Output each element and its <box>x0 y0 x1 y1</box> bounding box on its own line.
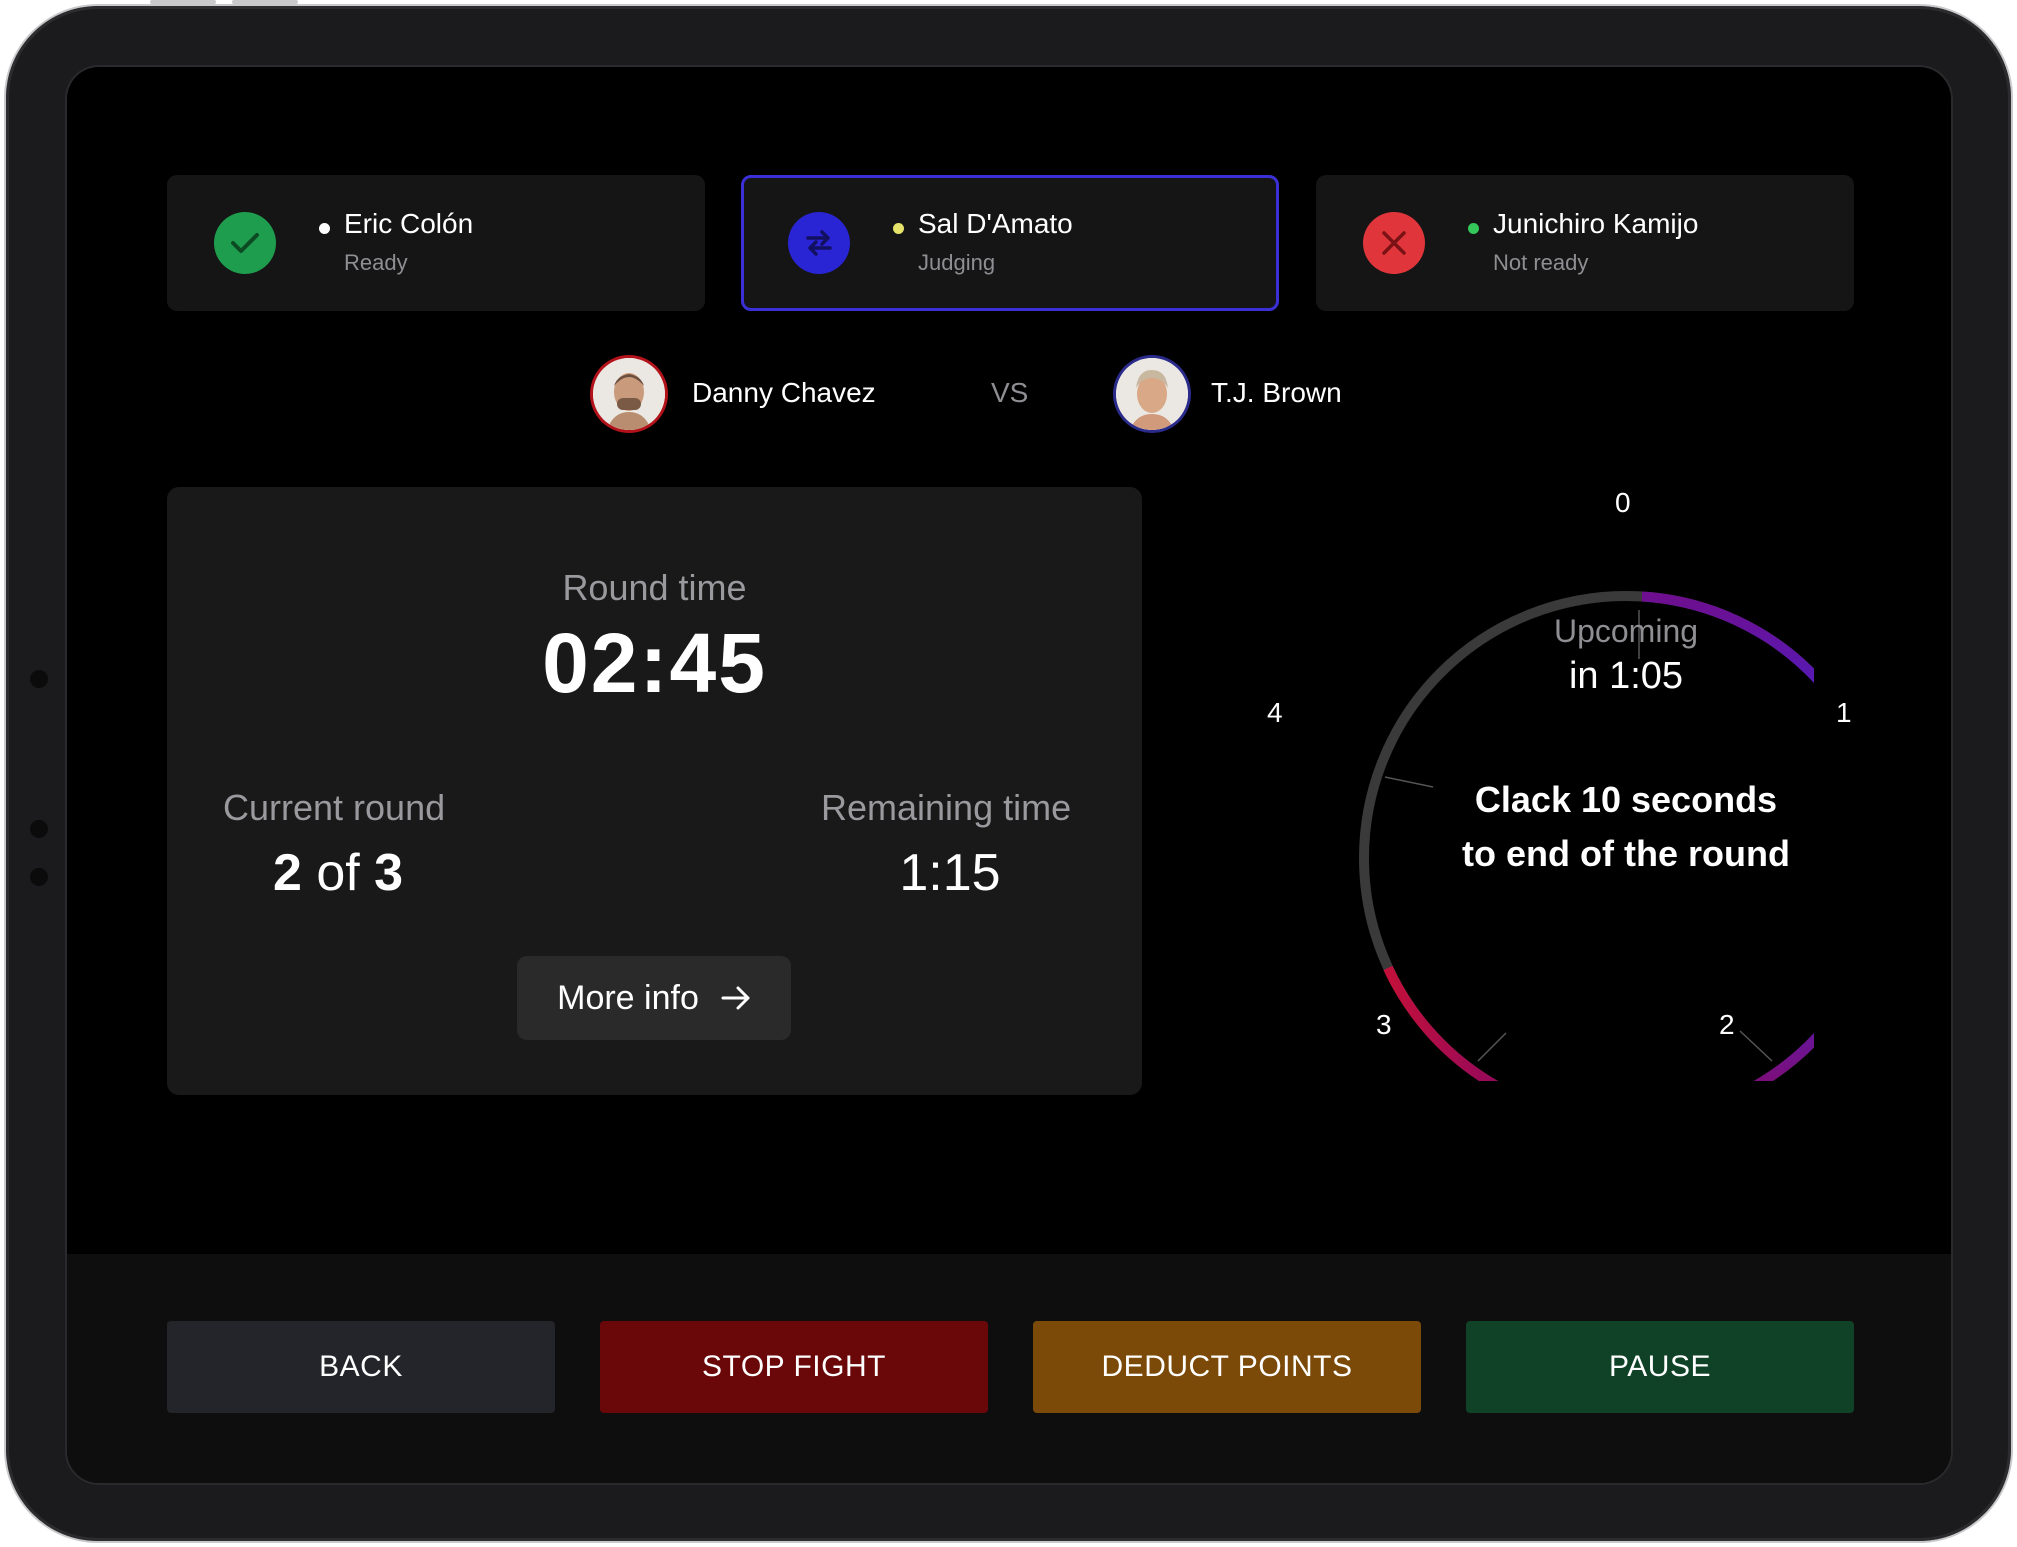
check-icon <box>214 212 276 274</box>
current-round-number: 2 <box>272 844 302 902</box>
judge-status: Not ready <box>1493 250 1589 275</box>
judge-card-2[interactable]: Sal D'Amato Judging <box>741 175 1279 311</box>
side-sensor <box>30 820 48 838</box>
current-round-value: 2 of 3 <box>223 843 453 903</box>
remaining-time-value: 1:15 <box>899 844 1001 902</box>
blue-fighter-name: T.J. Brown <box>1211 377 1342 408</box>
swap-icon <box>788 212 850 274</box>
status-dot <box>893 223 904 234</box>
status-dot <box>1468 223 1479 234</box>
marker-2: 2 <box>1719 1009 1735 1040</box>
hardware-button <box>232 0 298 4</box>
clock-message-line1: Clack 10 seconds <box>1474 779 1778 820</box>
red-fighter-avatar <box>593 358 665 430</box>
judge-card-3[interactable]: Junichiro Kamijo Not ready <box>1316 175 1854 311</box>
pause-button[interactable]: PAUSE <box>1466 1321 1854 1413</box>
remaining-time-label: Remaining time <box>821 787 1072 828</box>
side-sensor <box>30 868 48 886</box>
of-label: of <box>316 844 360 902</box>
marker-3: 3 <box>1376 1009 1392 1040</box>
more-info-label: More info <box>557 978 699 1017</box>
more-info-button[interactable]: More info <box>517 956 791 1040</box>
current-round-label: Current round <box>223 787 446 828</box>
judge-name: Junichiro Kamijo <box>1493 208 1699 239</box>
judge-card-1[interactable]: Eric Colón Ready <box>167 175 705 311</box>
judge-status: Judging <box>918 250 996 275</box>
status-dot <box>319 223 330 234</box>
round-time-label: Round time <box>562 567 747 608</box>
total-rounds: 3 <box>374 844 404 902</box>
tick <box>1477 1032 1507 1062</box>
clock-warning-arc <box>1383 965 1627 1126</box>
deduct-points-button[interactable]: DEDUCT POINTS <box>1033 1321 1421 1413</box>
marker-0: 0 <box>1615 487 1631 518</box>
round-time-value: 02:45 <box>542 616 767 710</box>
marker-1: 1 <box>1836 697 1852 728</box>
upcoming-label: Upcoming <box>1553 613 1699 649</box>
back-button[interactable]: BACK <box>167 1321 555 1413</box>
hardware-button <box>150 0 216 4</box>
close-icon <box>1363 212 1425 274</box>
round-info-panel: Round time 02:45 Current round 2 of 3 Re… <box>167 487 1142 1095</box>
upcoming-time: in 1:05 <box>1568 655 1684 697</box>
arrow-right-icon <box>721 986 750 1010</box>
stop-fight-button[interactable]: STOP FIGHT <box>600 1321 988 1413</box>
side-sensor <box>30 670 48 688</box>
red-fighter-name: Danny Chavez <box>692 377 876 408</box>
judge-name: Sal D'Amato <box>918 208 1073 239</box>
marker-4: 4 <box>1267 697 1283 728</box>
clock-message-line2: to end of the round <box>1462 833 1790 874</box>
blue-fighter-avatar <box>1116 358 1188 430</box>
tick <box>1739 1030 1773 1062</box>
judge-status: Ready <box>344 250 408 275</box>
judge-name: Eric Colón <box>344 208 474 239</box>
app-screen: Eric Colón Ready Sal D'Amato Judging Jun… <box>67 67 1951 1483</box>
vs-label: VS <box>991 377 1029 408</box>
